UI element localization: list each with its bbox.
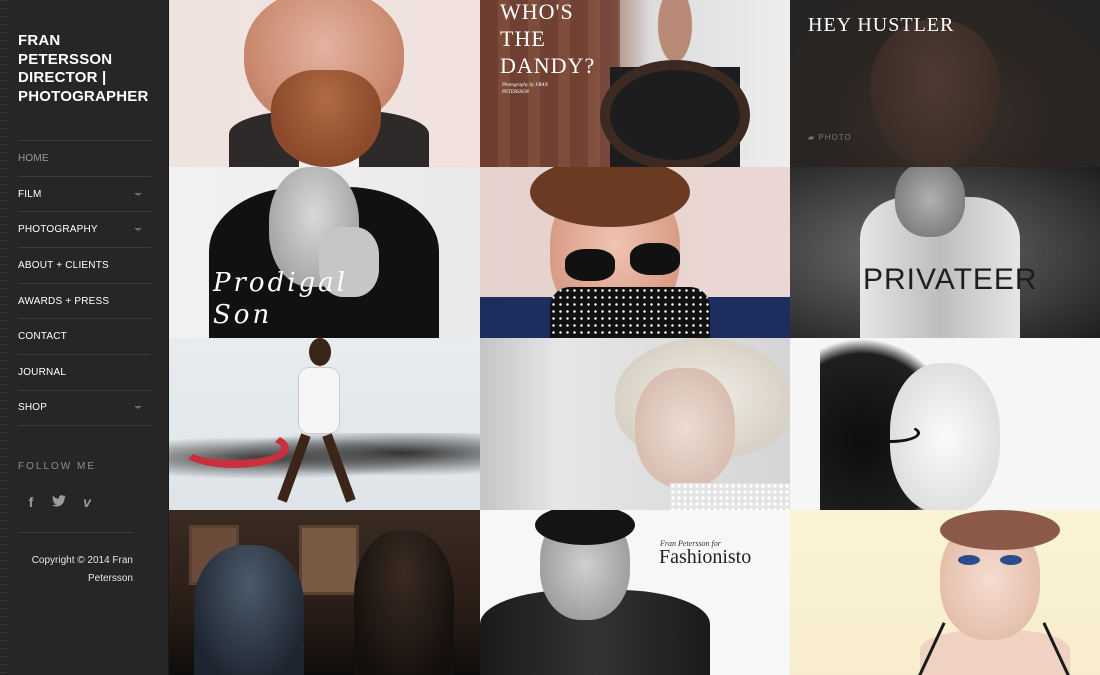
- tile-hey-hustler[interactable]: HEY HUSTLER ▰ PHOTO: [790, 0, 1100, 167]
- main-nav: HOME FILM PHOTOGRAPHY ABOUT + CLIENTS AW…: [18, 140, 151, 426]
- tile-fashionisto[interactable]: Fran Petersson for Fashionisto: [480, 510, 790, 675]
- steering-wheel-image: [600, 60, 750, 167]
- portfolio-grid: WHO'S THE DANDY? Photography by FRAN PET…: [169, 0, 1100, 675]
- chevron-down-icon[interactable]: [134, 228, 142, 232]
- tile-title: HEY HUSTLER: [808, 14, 955, 36]
- nav-item-home[interactable]: HOME: [18, 140, 151, 176]
- wall-frame-image: [299, 525, 359, 595]
- scarf-image: [550, 287, 710, 338]
- nav-item-label: JOURNAL: [18, 366, 67, 378]
- follow-me-label: FOLLOW ME: [18, 461, 97, 472]
- nav-item-photography[interactable]: PHOTOGRAPHY: [18, 211, 151, 247]
- nav-item-label: CONTACT: [18, 331, 67, 343]
- tile-title: Fashionisto: [659, 546, 752, 568]
- portrait-image: [870, 20, 1000, 167]
- social-links: f v: [24, 494, 94, 510]
- nav-item-label: HOME: [18, 152, 49, 164]
- sidebar: FRAN PETERSSON DIRECTOR | PHOTOGRAPHER H…: [0, 0, 169, 675]
- copyright-text: Copyright © 2014 Fran Petersson: [31, 555, 133, 584]
- ink-background-image: [179, 428, 289, 468]
- folder-icon: ▰: [808, 133, 816, 142]
- dancer-image: [277, 338, 356, 503]
- tile-sunglasses-portrait[interactable]: [480, 167, 790, 338]
- title-line: DANDY?: [500, 53, 596, 78]
- nav-item-film[interactable]: FILM: [18, 175, 151, 212]
- vimeo-icon[interactable]: v: [80, 494, 94, 510]
- chevron-down-icon[interactable]: [134, 406, 142, 410]
- nav-item-label: SHOP: [18, 402, 48, 414]
- tile-privateer[interactable]: PRIVATEER: [790, 167, 1100, 338]
- chevron-down-icon[interactable]: [134, 192, 142, 196]
- tile-blonde-portrait[interactable]: [480, 338, 790, 510]
- title-line: Son: [213, 300, 273, 330]
- tile-credit: Photography by FRAN PETERSSON: [502, 83, 548, 95]
- portrait-image: [860, 423, 920, 443]
- nav-item-label: AWARDS + PRESS: [18, 295, 110, 307]
- title-line: Prodigal: [213, 268, 348, 298]
- tile-title: Prodigal Son: [213, 267, 348, 331]
- category-label: PHOTO: [818, 133, 852, 142]
- tile-dancer[interactable]: [169, 338, 480, 510]
- tile-bw-woman[interactable]: [790, 338, 1100, 510]
- twitter-icon[interactable]: [52, 494, 66, 510]
- nav-item-journal[interactable]: JOURNAL: [18, 354, 151, 390]
- tile-title: WHO'S THE DANDY?: [500, 0, 595, 79]
- tile-category: ▰ PHOTO: [808, 133, 852, 142]
- portrait-image: [958, 555, 980, 565]
- tile-blue-eyes-portrait[interactable]: [790, 510, 1100, 675]
- footer-divider: [18, 532, 133, 533]
- sunglasses-image: [565, 249, 615, 281]
- portrait-image: [940, 510, 1060, 550]
- facebook-icon[interactable]: f: [24, 494, 38, 510]
- nav-item-about-clients[interactable]: ABOUT + CLIENTS: [18, 247, 151, 283]
- portrait-image: [635, 368, 735, 488]
- nav-item-contact[interactable]: CONTACT: [18, 318, 151, 354]
- sunglasses-image: [630, 243, 680, 275]
- nav-item-label: ABOUT + CLIENTS: [18, 259, 109, 271]
- tile-prodigal-son[interactable]: Prodigal Son: [169, 167, 480, 338]
- portrait-image: [271, 70, 381, 167]
- actor-image: [194, 545, 304, 675]
- nav-item-awards-press[interactable]: AWARDS + PRESS: [18, 282, 151, 319]
- portrait-image: [1000, 555, 1022, 565]
- nav-item-label: FILM: [18, 188, 42, 200]
- title-line: WHO'S: [500, 0, 574, 24]
- portrait-image: [895, 167, 965, 237]
- tile-title: PRIVATEER: [863, 263, 1038, 296]
- actor-image: [354, 530, 454, 675]
- tile-film-still[interactable]: [169, 510, 480, 675]
- tile-portrait-bearded-man[interactable]: [169, 0, 480, 167]
- tile-whos-the-dandy[interactable]: WHO'S THE DANDY? Photography by FRAN PET…: [480, 0, 790, 167]
- nav-item-label: PHOTOGRAPHY: [18, 224, 98, 236]
- portrait-image: [670, 483, 790, 510]
- site-title[interactable]: FRAN PETERSSON DIRECTOR | PHOTOGRAPHER: [18, 32, 158, 106]
- sidebar-ruler-decoration: [0, 0, 7, 675]
- title-line: THE: [500, 26, 546, 51]
- nav-item-shop[interactable]: SHOP: [18, 389, 151, 426]
